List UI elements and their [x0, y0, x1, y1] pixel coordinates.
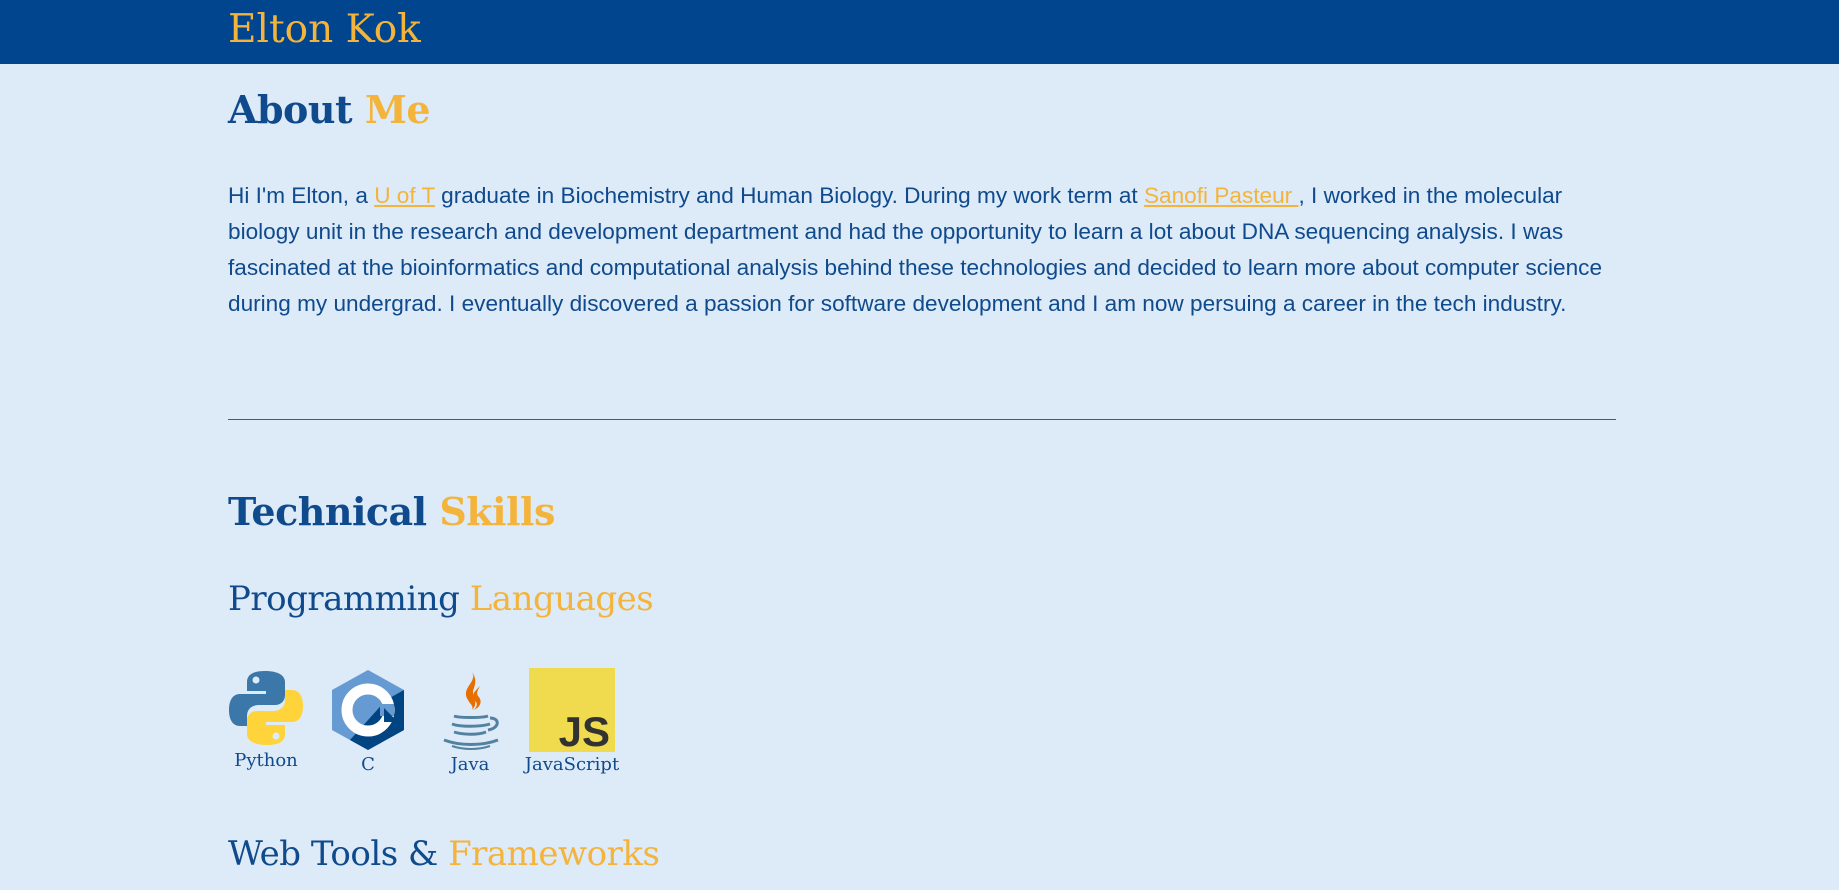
skill-label: C	[361, 754, 375, 775]
python-icon	[229, 671, 303, 745]
about-heading-primary: About	[228, 87, 353, 132]
skill-java: Java	[415, 668, 525, 776]
web-heading-primary: Web Tools &	[228, 834, 438, 874]
about-text-part1: Hi I'm Elton, a	[228, 183, 375, 208]
skills-heading-primary: Technical	[228, 489, 427, 534]
web-tools-heading: Web Tools & Frameworks	[228, 832, 660, 876]
uoft-link[interactable]: U of T	[374, 183, 435, 208]
about-paragraph: Hi I'm Elton, a U of T graduate in Bioch…	[228, 178, 1616, 322]
navbar: Elton Kok	[0, 0, 1839, 64]
c-icon	[332, 670, 404, 750]
javascript-icon: JS	[529, 668, 615, 752]
skill-label: Python	[234, 750, 298, 771]
svg-text:JS: JS	[559, 708, 610, 752]
java-icon	[443, 672, 499, 750]
skill-c: C	[313, 668, 423, 776]
skill-javascript: JS JavaScript	[517, 668, 627, 776]
section-divider	[228, 419, 1616, 420]
web-heading-accent: Frameworks	[448, 834, 660, 874]
about-heading: About Me	[228, 86, 431, 134]
about-heading-accent: Me	[364, 87, 431, 132]
languages-heading-accent: Languages	[469, 579, 654, 619]
skill-label: JavaScript	[524, 754, 620, 775]
technical-skills-heading: Technical Skills	[228, 488, 555, 536]
sanofi-link[interactable]: Sanofi Pasteur	[1144, 183, 1298, 208]
about-text-part2: graduate in Biochemistry and Human Biolo…	[434, 183, 1144, 208]
brand-link[interactable]: Elton Kok	[228, 4, 421, 56]
skills-heading-accent: Skills	[439, 489, 555, 534]
skill-python: Python	[211, 668, 321, 772]
skill-label: Java	[450, 754, 490, 775]
languages-heading-primary: Programming	[228, 579, 460, 619]
programming-languages-heading: Programming Languages	[228, 577, 654, 621]
